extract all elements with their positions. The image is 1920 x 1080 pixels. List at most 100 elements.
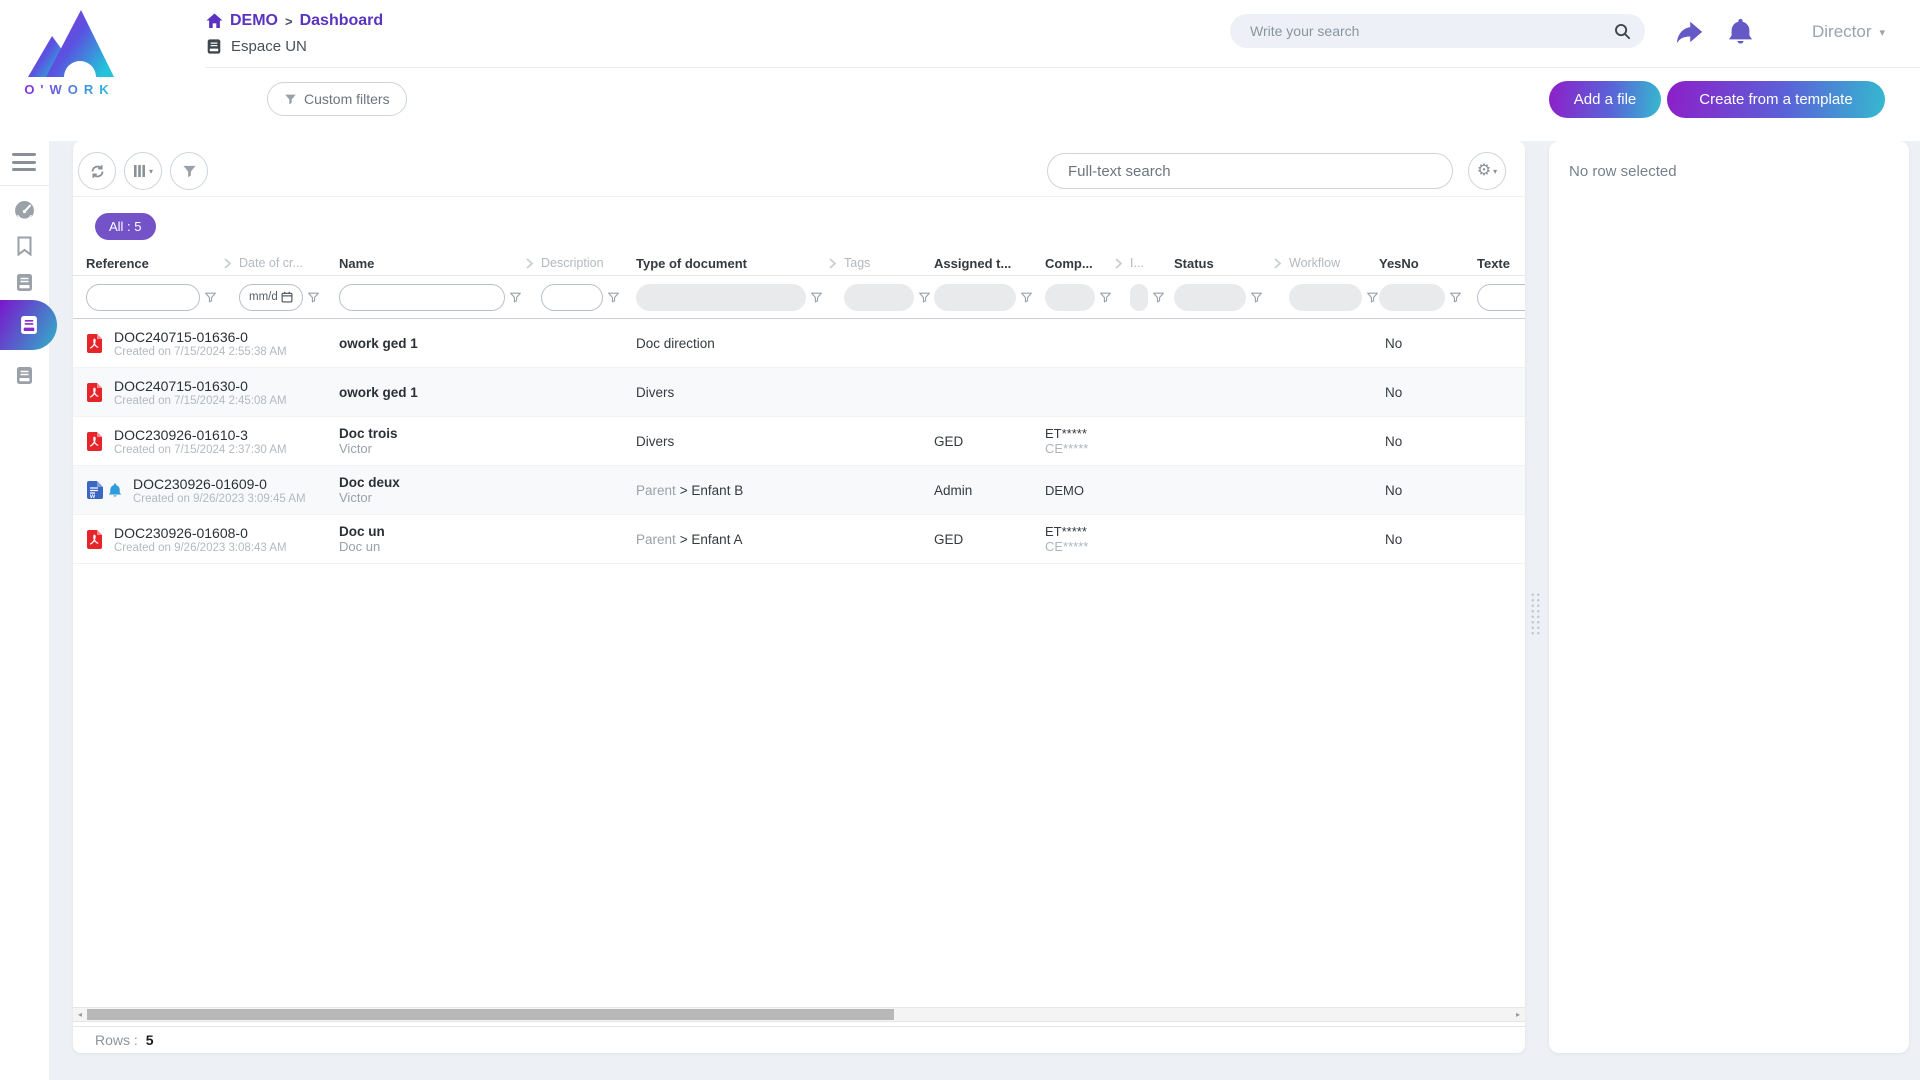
column-header-type-of-document[interactable]: Type of document — [636, 256, 828, 271]
sidebar-item-dashboard[interactable] — [0, 193, 49, 227]
svg-text:w: w — [89, 493, 96, 500]
scroll-left-arrow-icon[interactable]: ◂ — [73, 1008, 87, 1021]
column-header-description[interactable]: Description — [541, 256, 636, 270]
share-forward-icon[interactable] — [1676, 21, 1703, 44]
document-name: Doc deux — [339, 475, 636, 490]
filter-funnel-icon[interactable] — [509, 291, 522, 304]
global-search[interactable] — [1230, 14, 1645, 48]
document-reference: DOC240715-01630-0 — [114, 378, 287, 394]
filter-input-description[interactable] — [541, 284, 603, 311]
filter-funnel-icon[interactable] — [607, 291, 620, 304]
filter-input-reference[interactable] — [86, 284, 200, 311]
custom-filters-button[interactable]: Custom filters — [267, 82, 407, 116]
column-header-texte[interactable]: Texte — [1477, 256, 1525, 271]
filter-funnel-icon[interactable] — [1020, 291, 1033, 304]
column-header-status[interactable]: Status — [1174, 256, 1273, 271]
all-rows-badge[interactable]: All : 5 — [95, 213, 156, 240]
user-role-menu[interactable]: Director ▾ — [1812, 22, 1885, 42]
filter-funnel-icon[interactable] — [307, 291, 320, 304]
column-header-i[interactable]: I... — [1130, 256, 1174, 270]
filter-funnel-icon[interactable] — [1250, 291, 1263, 304]
column-header-workflow[interactable]: Workflow — [1289, 256, 1379, 270]
filter-funnel-icon — [284, 93, 297, 106]
filter-input-name[interactable] — [339, 284, 505, 311]
scrollbar-thumb[interactable] — [87, 1009, 894, 1020]
rows-label: Rows : — [95, 1032, 138, 1048]
home-icon[interactable] — [206, 13, 223, 29]
sidebar-item-bookmarks[interactable] — [0, 229, 49, 263]
book-icon-active — [19, 315, 39, 335]
detail-panel: No row selected — [1549, 141, 1909, 1053]
refresh-button[interactable] — [78, 152, 116, 190]
fulltext-search-input[interactable] — [1047, 153, 1453, 189]
column-header-reference[interactable]: Reference — [86, 256, 223, 271]
column-group-chevron-icon[interactable] — [525, 258, 534, 269]
column-header-assigned-t[interactable]: Assigned t... — [934, 256, 1045, 271]
current-space: Espace UN — [206, 38, 307, 55]
document-reference: DOC240715-01636-0 — [114, 329, 287, 345]
bookmark-icon — [16, 236, 33, 256]
add-file-button[interactable]: Add a file — [1549, 81, 1661, 118]
document-created-date: Created on 7/15/2024 2:45:08 AM — [114, 395, 287, 407]
table-row[interactable]: w DOC240715-01630-0 Created on 7/15/2024… — [73, 368, 1525, 417]
document-type: Divers — [636, 434, 674, 449]
menu-hamburger-icon[interactable] — [12, 153, 36, 171]
no-row-selected-text: No row selected — [1569, 163, 1677, 180]
search-icon[interactable] — [1614, 23, 1631, 40]
comp-sub-value: CE***** — [1045, 539, 1174, 554]
scroll-right-arrow-icon[interactable]: ▸ — [1511, 1008, 1525, 1021]
comp-value: ET***** — [1045, 426, 1174, 441]
columns-visibility-button[interactable]: ▾ — [124, 152, 162, 190]
table-header-row: Reference Date of cr...Name DescriptionTyp… — [73, 251, 1525, 276]
filter-funnel-icon[interactable] — [1099, 291, 1112, 304]
filter-date-date-of-cr[interactable]: mm/d — [239, 284, 303, 311]
table-row[interactable]: w DOC230926-01610-3 Created on 7/15/2024… — [73, 417, 1525, 466]
comp-sub-value: CE***** — [1045, 441, 1174, 456]
filter-disabled-status — [1174, 284, 1246, 311]
horizontal-scrollbar[interactable]: ◂ ▸ — [73, 1007, 1525, 1022]
sidebar-item-documents[interactable] — [0, 265, 49, 299]
filter-funnel-icon[interactable] — [1152, 291, 1165, 304]
filter-funnel-icon[interactable] — [1366, 291, 1379, 304]
table-row[interactable]: w DOC230926-01609-0 Created on 9/26/2023… — [73, 466, 1525, 515]
column-header-name[interactable]: Name — [339, 256, 525, 271]
column-group-chevron-icon[interactable] — [1273, 258, 1282, 269]
table-settings-button[interactable]: ⚙ ▾ — [1468, 152, 1506, 190]
column-header-yesno[interactable]: YesNo — [1379, 256, 1477, 271]
column-header-comp[interactable]: Comp... — [1045, 256, 1114, 271]
document-created-date: Created on 9/26/2023 3:08:43 AM — [114, 542, 287, 554]
sidebar-item-archive[interactable] — [0, 358, 49, 392]
column-group-chevron-icon[interactable] — [1114, 258, 1123, 269]
pdf-file-icon — [86, 382, 103, 403]
column-group-chevron-icon[interactable] — [828, 258, 837, 269]
filter-funnel-icon[interactable] — [918, 291, 931, 304]
app-logo[interactable]: O'WORK — [12, 6, 127, 106]
filters-toggle-button[interactable] — [170, 152, 208, 190]
column-group-chevron-icon[interactable] — [223, 258, 232, 269]
filter-funnel-icon[interactable] — [1449, 291, 1462, 304]
filter-funnel-icon — [182, 164, 197, 179]
filter-funnel-icon[interactable] — [204, 291, 217, 304]
breadcrumb-root[interactable]: DEMO — [230, 12, 278, 30]
filter-input-texte[interactable] — [1477, 284, 1525, 311]
column-header-tags[interactable]: Tags — [844, 256, 934, 270]
header-divider — [206, 67, 1920, 68]
document-reference: DOC230926-01608-0 — [114, 525, 287, 541]
filter-funnel-icon[interactable] — [810, 291, 823, 304]
table-row[interactable]: w DOC230926-01608-0 Created on 9/26/2023… — [73, 515, 1525, 564]
table-row[interactable]: w DOC240715-01636-0 Created on 7/15/2024… — [73, 319, 1525, 368]
document-type-parent: Parent — [636, 483, 676, 498]
panel-resize-handle-icon[interactable] — [1530, 592, 1541, 636]
global-search-input[interactable] — [1250, 23, 1614, 39]
notifications-bell-icon[interactable] — [1727, 18, 1754, 46]
document-name: Doc un — [339, 524, 636, 539]
document-created-date: Created on 7/15/2024 2:37:30 AM — [114, 444, 287, 456]
sidebar-item-ged-active[interactable] — [0, 300, 57, 350]
column-header-date-of-cr[interactable]: Date of cr... — [239, 256, 339, 270]
filter-disabled-assigned-t — [934, 284, 1016, 311]
create-from-template-button[interactable]: Create from a template — [1667, 81, 1885, 118]
document-type: > Enfant A — [680, 532, 743, 547]
table-footer: Rows : 5 — [73, 1026, 1525, 1053]
rows-count: 5 — [146, 1032, 154, 1048]
breadcrumb-current[interactable]: Dashboard — [300, 12, 384, 30]
